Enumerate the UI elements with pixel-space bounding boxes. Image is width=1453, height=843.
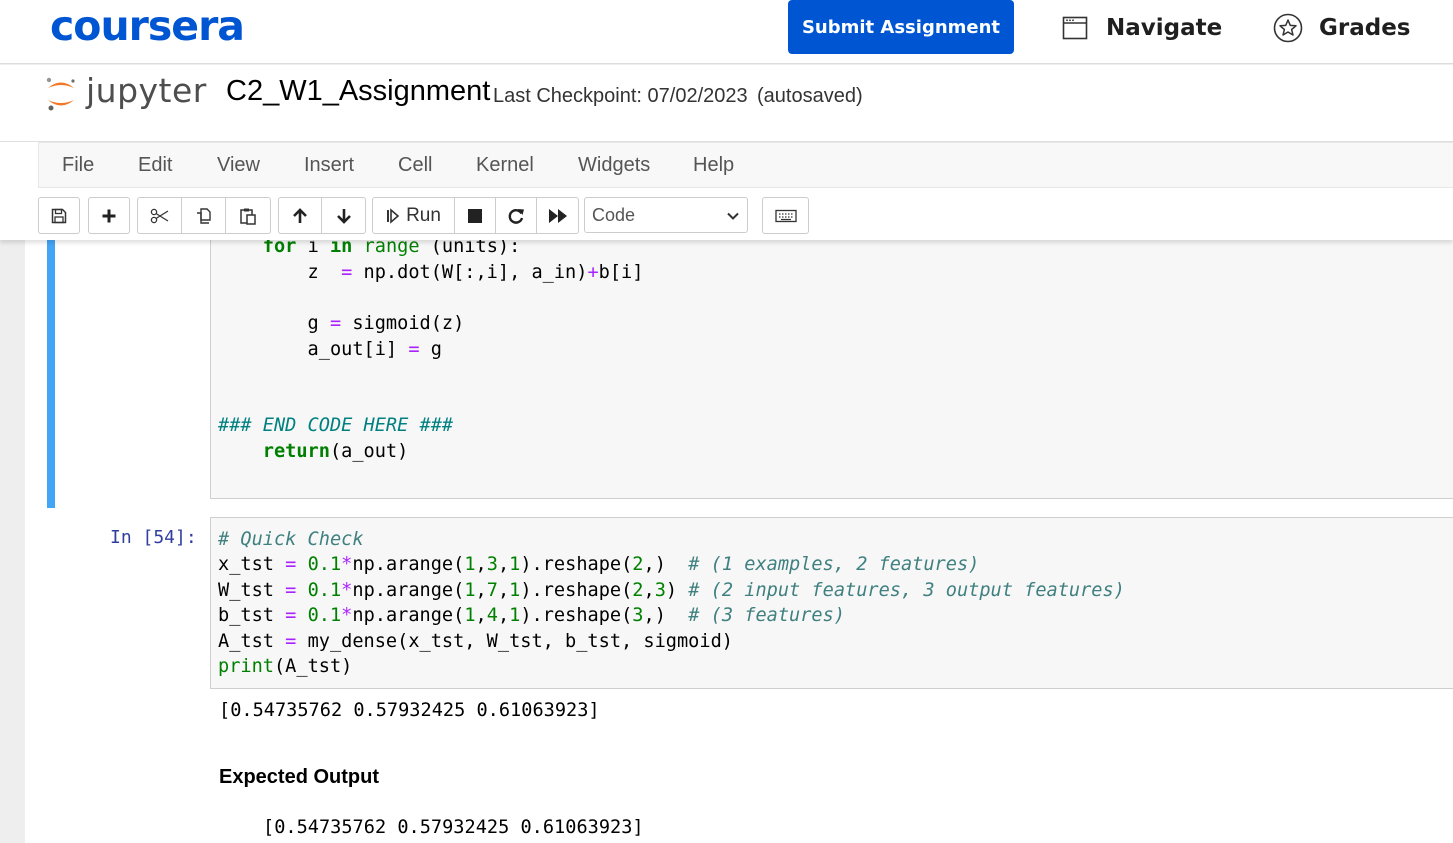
- arrow-up-icon: [293, 207, 307, 223]
- last-checkpoint: Last Checkpoint: 07/02/2023: [493, 85, 748, 107]
- menu-bar: File Edit View Insert Cell Kernel Widget…: [38, 142, 1453, 188]
- menu-view[interactable]: View: [217, 154, 260, 177]
- input-prompt: In [54]:: [110, 527, 197, 548]
- menu-help[interactable]: Help: [693, 154, 734, 177]
- move-group: [278, 197, 366, 234]
- cell-type-select[interactable]: Code: [584, 197, 748, 233]
- code-line: A_tst = my_dense(x_tst, W_tst, b_tst, si…: [218, 631, 733, 652]
- navigate-label: Navigate: [1106, 15, 1223, 41]
- menu-edit[interactable]: Edit: [138, 154, 172, 177]
- code-line: z = np.dot(W[:,i], a_in)+b[i]: [218, 262, 644, 283]
- grades-link[interactable]: Grades: [1273, 12, 1411, 44]
- keyboard-group: [762, 197, 809, 234]
- autosave-status: (autosaved): [757, 85, 863, 107]
- save-icon: [51, 208, 67, 223]
- jupyter-wordmark: jupyter: [86, 71, 207, 110]
- menu-kernel[interactable]: Kernel: [476, 154, 534, 177]
- code-line: x_tst = 0.1*np.arange(1,3,1).reshape(2,)…: [218, 554, 980, 575]
- jupyter-header: jupyter C2_W1_Assignment Last Checkpoint…: [0, 65, 1453, 142]
- code-line: print(A_tst): [218, 656, 353, 677]
- save-button[interactable]: [39, 198, 79, 233]
- run-icon: [387, 207, 400, 224]
- jupyter-logo-icon[interactable]: [44, 73, 78, 113]
- cell-type-value: Code: [592, 204, 636, 225]
- menu-widgets[interactable]: Widgets: [578, 154, 650, 177]
- run-group: Run: [372, 197, 579, 234]
- edit-group: [137, 197, 271, 234]
- code-line: W_tst = 0.1*np.arange(1,7,1).reshape(2,3…: [218, 580, 1125, 601]
- interrupt-button[interactable]: [455, 198, 496, 233]
- arrow-down-icon: [336, 208, 351, 224]
- menu-cell[interactable]: Cell: [398, 154, 432, 177]
- menu-insert[interactable]: Insert: [304, 154, 354, 177]
- selected-cell-indicator: [47, 240, 55, 508]
- fast-forward-icon: [548, 208, 567, 223]
- copy-button[interactable]: [182, 198, 226, 233]
- browser-window-icon: [1062, 16, 1088, 40]
- keyboard-icon: [774, 209, 797, 222]
- expected-output-heading: Expected Output: [219, 766, 380, 788]
- cell-output: [0.54735762 0.57932425 0.61063923]: [219, 700, 600, 721]
- menu-file[interactable]: File: [62, 154, 94, 177]
- navigate-link[interactable]: Navigate: [1062, 12, 1222, 44]
- insert-cell-button[interactable]: [89, 198, 129, 233]
- notebook-title[interactable]: C2_W1_Assignment: [226, 75, 490, 108]
- code-line: b_tst = 0.1*np.arange(1,4,1).reshape(3,)…: [218, 605, 846, 626]
- grades-label: Grades: [1319, 15, 1411, 41]
- submit-assignment-button[interactable]: Submit Assignment: [788, 0, 1014, 54]
- star-icon: [1273, 13, 1303, 43]
- save-group: [38, 197, 80, 234]
- insert-group: [88, 197, 130, 234]
- stop-icon: [468, 208, 482, 223]
- coursera-header: coursera Submit Assignment Navigate Grad…: [0, 0, 1453, 64]
- restart-run-all-button[interactable]: [537, 198, 578, 233]
- code-line: g = sigmoid(z): [218, 313, 465, 334]
- paste-button[interactable]: [226, 198, 270, 233]
- cut-button[interactable]: [138, 198, 182, 233]
- chevron-down-icon: [727, 212, 739, 220]
- code-line: a_out[i] = g: [218, 339, 442, 360]
- run-label: Run: [406, 204, 441, 226]
- expected-output-value: [0.54735762 0.57932425 0.61063923]: [263, 817, 644, 838]
- plus-icon: [102, 209, 116, 222]
- code-line: ### END CODE HERE ###: [218, 415, 454, 436]
- paste-icon: [240, 208, 256, 225]
- coursera-logo[interactable]: coursera: [50, 2, 245, 50]
- copy-icon: [196, 207, 211, 224]
- cut-icon: [150, 208, 168, 223]
- move-down-button[interactable]: [322, 198, 365, 233]
- move-up-button[interactable]: [279, 198, 322, 233]
- restart-icon: [508, 208, 524, 224]
- code-line: return(a_out): [262, 441, 409, 462]
- restart-button[interactable]: [496, 198, 537, 233]
- run-button[interactable]: Run: [373, 198, 455, 233]
- command-palette-button[interactable]: [763, 198, 808, 233]
- code-line: # Quick Check: [218, 529, 364, 550]
